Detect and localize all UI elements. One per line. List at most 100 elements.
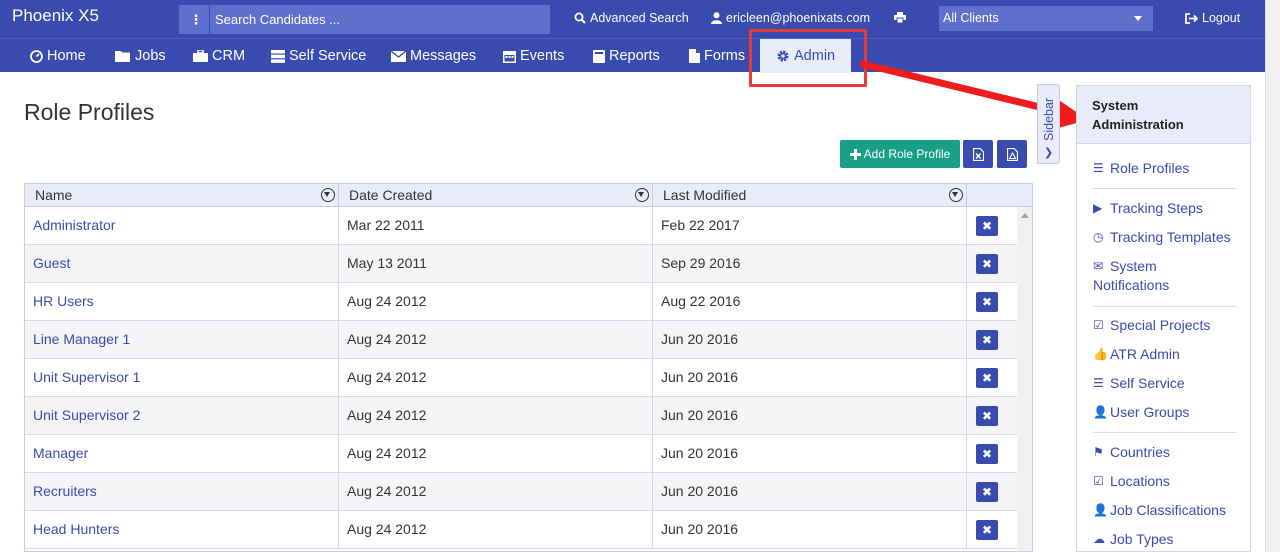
table-row[interactable]: Line Manager 1 Aug 24 2012 Jun 20 2016 ✖ — [25, 321, 1017, 359]
system-administration-panel: System Administration ☰ Role Profiles ▶ Tr… — [1076, 85, 1251, 552]
grid-scrollbar[interactable] — [1017, 207, 1032, 551]
delete-button[interactable]: ✖ — [976, 406, 998, 426]
nav-jobs[interactable]: Jobs — [115, 39, 166, 73]
table-row[interactable]: Manager Aug 24 2012 Jun 20 2016 ✖ — [25, 435, 1017, 473]
logout-button[interactable]: Logout — [1185, 11, 1240, 25]
nav-self-service[interactable]: Self Service — [271, 39, 366, 73]
nav-reports[interactable]: Reports — [593, 39, 660, 73]
scroll-up-icon[interactable] — [1021, 213, 1029, 218]
user-email: ericleen@phoenixats.com — [726, 11, 871, 25]
calendar-icon — [503, 50, 516, 63]
nav-forms[interactable]: Forms — [689, 39, 745, 73]
panel-link-special-projects[interactable]: ☑ Special Projects — [1093, 316, 1210, 335]
role-name-link[interactable]: Head Hunters — [25, 511, 339, 548]
panel-divider — [1093, 306, 1237, 307]
dashboard-icon — [30, 49, 43, 63]
nav-crm[interactable]: CRM — [193, 39, 245, 73]
panel-link-atr-admin[interactable]: 👍 ATR Admin — [1093, 345, 1180, 364]
admin-highlight-box — [749, 29, 867, 87]
page-scrollbar[interactable] — [1265, 0, 1280, 552]
nav-crm-label: CRM — [212, 47, 246, 64]
close-icon: ✖ — [981, 485, 993, 499]
close-icon: ✖ — [981, 523, 993, 537]
panel-link-job-classifications[interactable]: 👤 Job Classifications — [1093, 501, 1226, 520]
sidebar-tab-label: Sidebar — [1042, 97, 1056, 141]
table-row[interactable]: HR Users Aug 24 2012 Aug 22 2016 ✖ — [25, 283, 1017, 321]
advanced-search-link[interactable]: Advanced Search — [574, 11, 689, 25]
column-header-last-modified[interactable]: Last Modified — [653, 184, 967, 207]
server-icon: ☰ — [1093, 161, 1104, 175]
last-modified-cell: Jun 20 2016 — [653, 397, 967, 434]
sidebar-toggle-tab[interactable]: Sidebar ❯ — [1037, 84, 1060, 164]
pdf-file-icon — [1006, 147, 1018, 161]
role-name-link[interactable]: Recruiters — [25, 473, 339, 510]
user-account-link[interactable]: ericleen@phoenixats.com — [711, 11, 870, 25]
print-button[interactable] — [894, 12, 906, 23]
book-icon — [593, 49, 605, 63]
envelope-icon — [391, 50, 406, 62]
table-row[interactable]: Administrator Mar 22 2011 Feb 22 2017 ✖ — [25, 207, 1017, 245]
panel-link-system-notifications-label: System Notifications — [1093, 257, 1169, 295]
column-header-last-modified-label: Last Modified — [663, 187, 747, 203]
client-select[interactable]: All Clients — [939, 6, 1153, 31]
role-name-link[interactable]: HR Users — [25, 283, 339, 320]
date-created-cell: Aug 24 2012 — [339, 283, 653, 320]
delete-button[interactable]: ✖ — [976, 482, 998, 502]
delete-button[interactable]: ✖ — [976, 292, 998, 312]
panel-link-self-service[interactable]: ☰ Self Service — [1093, 374, 1185, 393]
role-name-link[interactable]: Administrator — [25, 207, 339, 244]
table-row[interactable]: Recruiters Aug 24 2012 Jun 20 2016 ✖ — [25, 473, 1017, 511]
filter-icon[interactable] — [321, 188, 335, 202]
panel-link-locations[interactable]: ☑ Locations — [1093, 472, 1170, 491]
export-excel-button[interactable] — [963, 140, 993, 168]
close-icon: ✖ — [981, 333, 993, 347]
table-row[interactable]: Unit Supervisor 1 Aug 24 2012 Jun 20 2016 ✖ — [25, 359, 1017, 397]
panel-link-job-types[interactable]: ☁ Job Types — [1093, 530, 1174, 549]
user-icon — [711, 12, 722, 24]
delete-button[interactable]: ✖ — [976, 216, 998, 236]
nav-home[interactable]: Home — [30, 39, 86, 73]
panel-link-system-notifications-line-1: System — [1110, 258, 1157, 274]
panel-link-user-groups[interactable]: 👤 User Groups — [1093, 403, 1189, 422]
delete-button[interactable]: ✖ — [976, 330, 998, 350]
search-input[interactable] — [210, 5, 548, 34]
date-created-cell: Aug 24 2012 — [339, 359, 653, 396]
delete-button[interactable]: ✖ — [976, 368, 998, 388]
role-name-link[interactable]: Guest — [25, 245, 339, 282]
panel-link-tracking-templates-label: Tracking Templates — [1110, 229, 1231, 245]
app-brand[interactable]: Phoenix X5 — [12, 6, 99, 26]
add-role-profile-button[interactable]: Add Role Profile — [840, 140, 960, 168]
role-name-link[interactable]: Line Manager 1 — [25, 321, 339, 358]
chevron-down-icon: ❯ — [1044, 147, 1054, 159]
panel-link-job-types-label: Job Types — [1110, 531, 1174, 547]
panel-link-system-notifications[interactable]: ✉ System Notifications — [1093, 257, 1169, 295]
delete-button[interactable]: ✖ — [976, 520, 998, 540]
delete-button[interactable]: ✖ — [976, 254, 998, 274]
panel-link-locations-label: Locations — [1110, 473, 1170, 489]
folder-icon — [115, 51, 130, 62]
role-name-link[interactable]: Unit Supervisor 1 — [25, 359, 339, 396]
nav-messages[interactable]: Messages — [391, 39, 476, 73]
column-header-name[interactable]: Name — [25, 184, 339, 207]
nav-events-label: Events — [520, 47, 565, 64]
briefcase-icon — [193, 50, 208, 62]
role-name-link[interactable]: Unit Supervisor 2 — [25, 397, 339, 434]
table-row[interactable]: Guest May 13 2011 Sep 29 2016 ✖ — [25, 245, 1017, 283]
export-pdf-button[interactable] — [997, 140, 1027, 168]
panel-divider — [1093, 432, 1237, 433]
filter-icon[interactable] — [949, 188, 963, 202]
panel-link-countries[interactable]: ⚑ Countries — [1093, 443, 1170, 462]
advanced-search-label: Advanced Search — [590, 11, 689, 25]
column-header-date-created[interactable]: Date Created — [339, 184, 653, 207]
delete-button[interactable]: ✖ — [976, 444, 998, 464]
nav-events[interactable]: Events — [503, 39, 564, 73]
panel-link-role-profiles[interactable]: ☰ Role Profiles — [1093, 159, 1189, 178]
search-menu-icon[interactable]: ⋮ — [187, 12, 205, 28]
panel-link-tracking-steps[interactable]: ▶ Tracking Steps — [1093, 199, 1203, 218]
table-row[interactable]: Head Hunters Aug 24 2012 Jun 20 2016 ✖ — [25, 511, 1017, 549]
table-row[interactable]: Unit Supervisor 2 Aug 24 2012 Jun 20 2016 ✖ — [25, 397, 1017, 435]
panel-link-job-classifications-label: Job Classifications — [1110, 502, 1226, 518]
filter-icon[interactable] — [635, 188, 649, 202]
panel-link-tracking-templates[interactable]: ◷ Tracking Templates — [1093, 228, 1231, 247]
role-name-link[interactable]: Manager — [25, 435, 339, 472]
